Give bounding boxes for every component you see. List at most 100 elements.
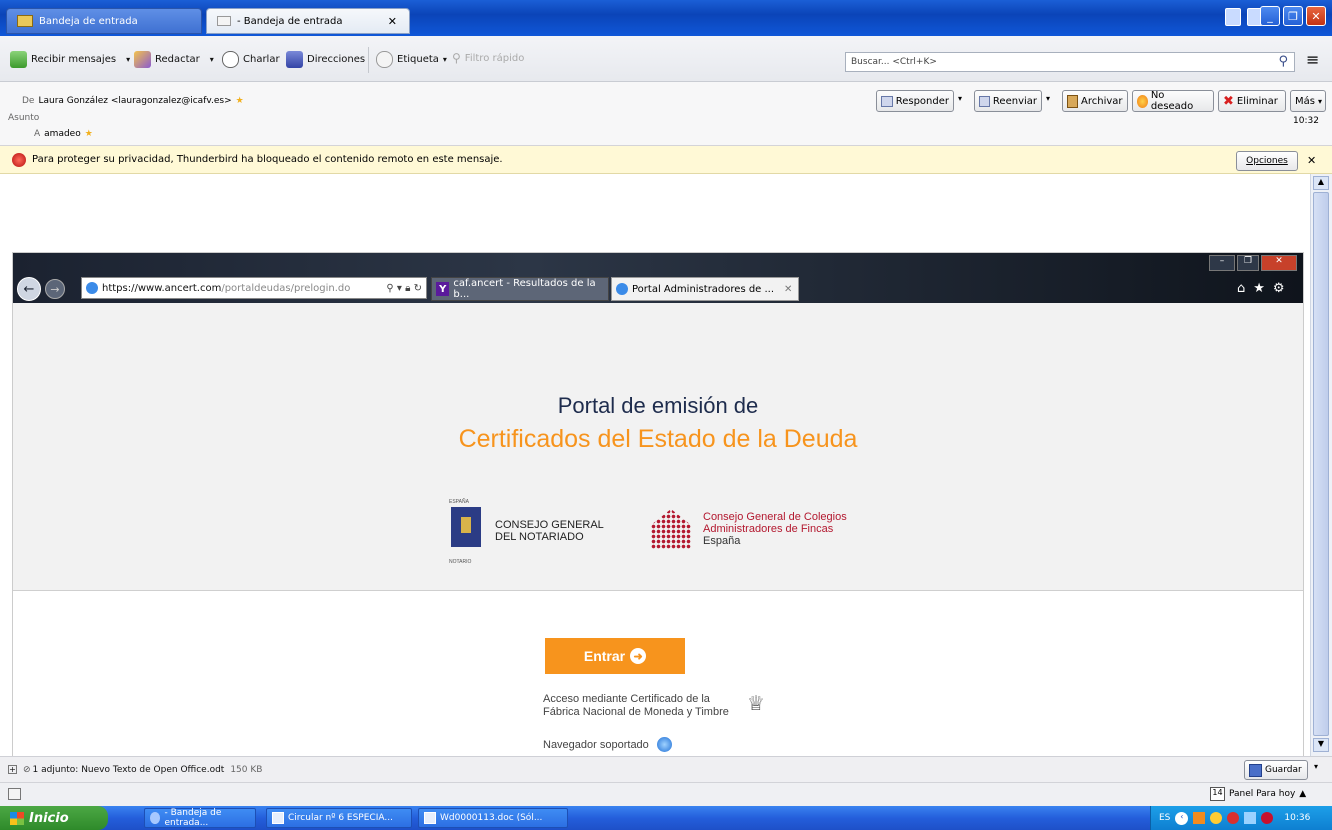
start-button[interactable]: Inicio	[0, 806, 108, 830]
menu-icon[interactable]: ≡	[1306, 52, 1319, 68]
close-tab-icon[interactable]: ✕	[388, 15, 397, 28]
save-attachment-button[interactable]: Guardar	[1244, 760, 1308, 780]
options-button[interactable]: Opciones	[1236, 151, 1298, 171]
vertical-scrollbar[interactable]: ▲ ▼	[1310, 174, 1332, 756]
expand-icon[interactable]: +	[8, 765, 17, 774]
reply-label: Responder	[895, 95, 949, 107]
delete-button[interactable]: ✖ Eliminar	[1218, 90, 1286, 112]
enter-button[interactable]: Entrar ➜	[545, 638, 685, 674]
forward-button[interactable]: Reenviar	[974, 90, 1042, 112]
reply-button[interactable]: Responder	[876, 90, 954, 112]
chevron-down-icon[interactable]: ▾	[126, 55, 130, 64]
layout-icon[interactable]	[1225, 8, 1241, 26]
blocked-content-icon	[12, 152, 26, 167]
search-icon[interactable]: ⚲ ▾ 🔒︎ ↻	[386, 283, 422, 294]
star-icon[interactable]: ★	[85, 129, 93, 139]
notariado-shield-icon	[451, 507, 481, 547]
compose-label: Redactar	[155, 54, 200, 65]
tab-message[interactable]: - Bandeja de entrada ✕	[206, 8, 410, 34]
activity-icon[interactable]	[8, 788, 21, 800]
junk-button[interactable]: No deseado	[1132, 90, 1214, 112]
filter-icon: ⚲	[452, 51, 461, 65]
logo1-caption: NOTARIO	[449, 559, 472, 565]
tray-app-icon[interactable]	[1244, 812, 1257, 824]
taskbar-item-wd[interactable]: Wd0000113.doc (Sól...	[418, 808, 568, 828]
address-bar[interactable]: https://www.ancert.com/portaldeudas/prel…	[81, 277, 427, 299]
browser-tab-search-label: caf.ancert - Resultados de la b...	[453, 278, 596, 300]
star-icon[interactable]: ★	[1253, 281, 1265, 296]
gear-icon[interactable]: ⚙	[1273, 281, 1285, 296]
from-value[interactable]: Laura González <lauragonzalez@icafv.es>	[38, 96, 231, 106]
search-icon[interactable]: ⚲	[1278, 54, 1288, 69]
forward-icon	[979, 95, 990, 107]
close-window-button[interactable]: ✕	[1261, 255, 1297, 271]
logo2-line1: Consejo General de Colegios	[703, 511, 847, 523]
writer-icon	[272, 812, 284, 824]
save-label: Guardar	[1265, 765, 1302, 775]
notice-text: Para proteger su privacidad, Thunderbird…	[32, 154, 503, 165]
chevron-down-icon[interactable]: ▾	[958, 94, 962, 103]
tray-arrow-icon[interactable]: ‹	[1175, 811, 1189, 825]
minimize-button[interactable]: –	[1209, 255, 1235, 271]
chevron-down-icon[interactable]: ▾	[1046, 94, 1050, 103]
arrow-right-circle-icon: ➜	[630, 648, 647, 664]
taskbar-item-thunderbird[interactable]: - Bandeja de entrada...	[144, 808, 256, 828]
chevron-down-icon[interactable]: ▾	[210, 55, 214, 64]
cert-line1: Acceso mediante Certificado de la	[543, 693, 710, 705]
get-mail-button[interactable]: Recibir mensajes ▾	[10, 51, 130, 68]
archive-button[interactable]: Archivar	[1062, 90, 1128, 112]
chat-button[interactable]: Charlar	[222, 51, 280, 68]
maximize-button[interactable]: ❐	[1237, 255, 1259, 271]
address-book-button[interactable]: Direcciones	[286, 51, 365, 68]
scroll-up-icon[interactable]: ▲	[1313, 176, 1329, 190]
url-path: /portaldeudas/prelogin.do	[221, 282, 351, 294]
scroll-down-icon[interactable]: ▼	[1313, 738, 1329, 752]
embedded-browser-screenshot: ← → https://www.ancert.com/portaldeudas/…	[12, 252, 1304, 756]
chevron-down-icon[interactable]: ▾	[443, 55, 447, 64]
forward-nav-icon[interactable]: →	[45, 279, 65, 299]
from-row: De Laura González <lauragonzalez@icafv.e…	[22, 96, 244, 106]
tab-inbox[interactable]: Bandeja de entrada	[6, 8, 202, 34]
close-window-button[interactable]: ✕	[1306, 6, 1326, 26]
star-icon[interactable]: ★	[236, 96, 244, 106]
browser-tab-portal[interactable]: Portal Administradores de ... ✕	[611, 277, 799, 301]
delete-label: Eliminar	[1236, 95, 1278, 107]
junk-label: No deseado	[1150, 90, 1194, 112]
url-host: https://www.ancert.com	[102, 282, 222, 294]
language-indicator[interactable]: ES	[1159, 813, 1170, 823]
paperclip-icon: ⊘	[23, 764, 31, 775]
quick-filter-label: Filtro rápido	[464, 52, 525, 64]
from-label: De	[22, 96, 35, 106]
close-notice-icon[interactable]: ✕	[1307, 154, 1316, 167]
scroll-thumb[interactable]	[1313, 192, 1329, 736]
tag-button[interactable]: Etiqueta ▾	[376, 51, 447, 68]
today-panel-toggle[interactable]: 14 Panel Para hoy ▲	[1210, 787, 1306, 801]
to-value[interactable]: amadeo	[44, 129, 81, 139]
to-row: A amadeo ★	[34, 129, 93, 139]
compose-button[interactable]: Redactar ▾	[134, 51, 214, 68]
ie-page-icon	[616, 283, 628, 295]
taskbar-item-circular[interactable]: Circular nº 6 ESPECIA...	[266, 808, 412, 828]
tray-app-icon[interactable]	[1210, 812, 1223, 824]
tab-inbox-label: Bandeja de entrada	[39, 15, 138, 27]
address-book-label: Direcciones	[307, 54, 366, 65]
logo1-line2: DEL NOTARIADO	[495, 531, 584, 543]
save-icon	[1249, 763, 1262, 777]
tray-app-icon[interactable]	[1261, 812, 1274, 824]
quick-filter-button[interactable]: ⚲ Filtro rápido	[452, 51, 524, 65]
close-tab-icon[interactable]: ✕	[784, 284, 792, 295]
address-book-icon	[286, 51, 303, 68]
tray-app-icon[interactable]	[1227, 812, 1240, 824]
attachment-text[interactable]: 1 adjunto: Nuevo Texto de Open Office.od…	[33, 765, 225, 775]
browser-tab-search[interactable]: Y caf.ancert - Resultados de la b...	[431, 277, 609, 301]
back-icon[interactable]: ←	[17, 277, 41, 301]
more-button[interactable]: Más ▾	[1290, 90, 1326, 112]
chevron-up-icon: ▲	[1299, 789, 1307, 799]
minimize-button[interactable]: _	[1260, 6, 1280, 26]
home-icon[interactable]: ⌂	[1237, 281, 1245, 296]
tray-app-icon[interactable]	[1193, 812, 1206, 824]
chevron-down-icon[interactable]: ▾	[1314, 762, 1318, 771]
search-input[interactable]: Buscar... <Ctrl+K> ⚲	[845, 52, 1295, 72]
maximize-button[interactable]: ❐	[1283, 6, 1303, 26]
cert-line2: Fábrica Nacional de Moneda y Timbre	[543, 706, 729, 718]
